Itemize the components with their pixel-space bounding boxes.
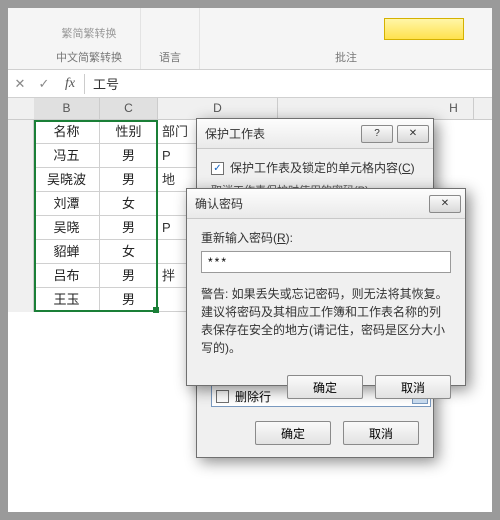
protect-ok-button[interactable]: 确定 xyxy=(255,421,331,445)
ribbon-group-label: 语言 xyxy=(159,49,181,65)
confirm-ok-button[interactable]: 确定 xyxy=(287,375,363,399)
close-button[interactable]: ✕ xyxy=(429,195,461,213)
cell[interactable]: 性别 xyxy=(100,120,158,144)
cell[interactable]: 吕布 xyxy=(34,264,100,288)
cell[interactable]: 男 xyxy=(100,144,158,168)
cell[interactable]: 吴晓波 xyxy=(34,168,100,192)
cell[interactable]: 男 xyxy=(100,264,158,288)
fx-icon[interactable]: fx xyxy=(56,76,84,92)
dialog-title: 保护工作表 xyxy=(205,125,265,142)
row-headers[interactable] xyxy=(8,120,34,312)
cell[interactable]: 冯五 xyxy=(34,144,100,168)
protect-cancel-button[interactable]: 取消 xyxy=(343,421,419,445)
cell[interactable]: 女 xyxy=(100,192,158,216)
col-header-b[interactable]: B xyxy=(34,98,100,119)
confirm-password-label: 重新输入密码(R): xyxy=(201,229,451,247)
ribbon: 繁简繁转换 中文简繁转换 语言 批注 xyxy=(8,8,492,70)
confirm-password-dialog: 确认密码 ✕ 重新输入密码(R): 警告: 如果丢失或忘记密码，则无法将其恢复。… xyxy=(186,188,466,386)
ribbon-group-language: 语言 xyxy=(141,8,200,69)
ribbon-group-convert: 繁简繁转换 中文简繁转换 xyxy=(38,8,141,69)
protect-dialog-titlebar[interactable]: 保护工作表 ? ✕ xyxy=(197,119,433,149)
cell[interactable]: 男 xyxy=(100,288,158,312)
confirm-password-input[interactable] xyxy=(201,251,451,273)
ribbon-group-label: 中文简繁转换 xyxy=(56,49,122,65)
confirm-dialog-titlebar[interactable]: 确认密码 ✕ xyxy=(187,189,465,219)
col-header-d[interactable]: D xyxy=(158,98,278,119)
help-button[interactable]: ? xyxy=(361,125,393,143)
cell[interactable]: 吴晓 xyxy=(34,216,100,240)
cell[interactable]: 王玉 xyxy=(34,288,100,312)
confirm-cancel-button[interactable]: 取消 xyxy=(375,375,451,399)
protect-checkbox-label: 保护工作表及锁定的单元格内容(C) xyxy=(230,159,415,177)
formula-content[interactable]: 工号 xyxy=(85,74,119,93)
dialog-title: 确认密码 xyxy=(195,195,243,212)
column-headers: B C D H xyxy=(8,98,492,120)
ribbon-group-label: 批注 xyxy=(335,49,357,65)
col-header-h[interactable]: H xyxy=(434,98,474,119)
cell[interactable]: 刘潭 xyxy=(34,192,100,216)
cancel-icon[interactable]: ✕ xyxy=(8,76,32,92)
close-button[interactable]: ✕ xyxy=(397,125,429,143)
ribbon-highlight-button[interactable] xyxy=(384,18,464,40)
col-header-c[interactable]: C xyxy=(100,98,158,119)
enter-icon[interactable]: ✓ xyxy=(32,76,56,92)
protect-checkbox[interactable]: ✓ xyxy=(211,162,224,175)
cell[interactable]: 貂蝉 xyxy=(34,240,100,264)
cell[interactable]: 男 xyxy=(100,216,158,240)
ribbon-btn-convert[interactable]: 繁简繁转换 xyxy=(62,25,117,41)
password-warning: 警告: 如果丢失或忘记密码，则无法将其恢复。建议将密码及其相应工作簿和工作表名称… xyxy=(201,285,451,357)
confirm-dialog-body: 重新输入密码(R): 警告: 如果丢失或忘记密码，则无法将其恢复。建议将密码及其… xyxy=(187,219,465,367)
cell[interactable]: 女 xyxy=(100,240,158,264)
cell[interactable]: 名称 xyxy=(34,120,100,144)
cell[interactable]: 男 xyxy=(100,168,158,192)
formula-bar: ✕ ✓ fx 工号 xyxy=(8,70,492,98)
